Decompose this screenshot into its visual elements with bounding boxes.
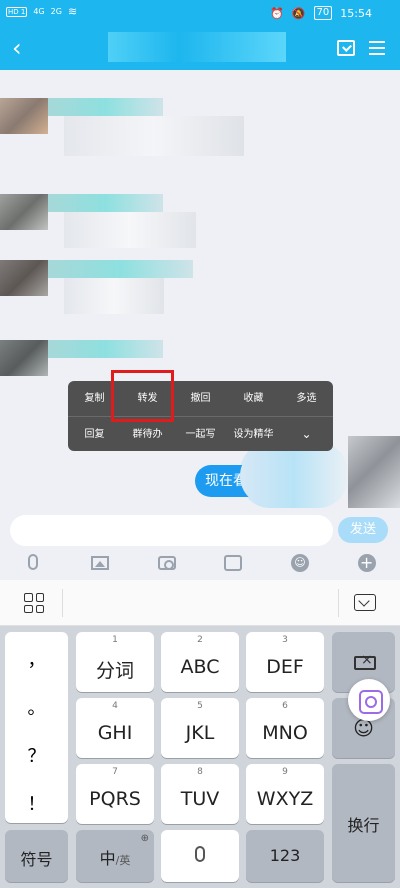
menu-multiselect[interactable]: 多选 (280, 381, 333, 416)
key-5[interactable]: 5 JKL (161, 698, 239, 758)
mute-icon: 🔕 (291, 6, 306, 20)
punctuation-column[interactable]: ， 。 ？ ！ (5, 632, 68, 823)
image-icon[interactable] (89, 552, 111, 574)
signal-4g: 4G (33, 7, 45, 16)
symbols-key[interactable]: 符号 (5, 830, 68, 882)
punct-comma[interactable]: ， (5, 646, 68, 672)
key-4[interactable]: 4 GHI (76, 698, 154, 758)
my-avatar-blurred (348, 436, 400, 508)
menu-co-write[interactable]: 一起写 (174, 417, 227, 452)
space-key[interactable] (161, 830, 239, 882)
toolbar-divider (338, 589, 339, 617)
signal-2g: 2G (50, 7, 62, 16)
sender-name-blurred (48, 98, 163, 116)
punct-period[interactable]: 。 (5, 694, 68, 720)
plus-icon[interactable]: + (356, 552, 378, 574)
menu-group-todo[interactable]: 群待办 (121, 417, 174, 452)
avatar-blurred (0, 98, 48, 134)
avatar-blurred (0, 260, 48, 296)
menu-set-essence[interactable]: 设为精华 (227, 417, 280, 452)
mic-icon[interactable] (22, 552, 44, 574)
redpacket-icon[interactable] (222, 552, 244, 574)
context-menu-row-1: 复制 转发 撤回 收藏 多选 (68, 381, 333, 416)
backspace-icon (354, 652, 376, 670)
chat-header: ‹ (0, 28, 400, 70)
message-bubble-blurred (64, 278, 164, 314)
floating-scan-button[interactable] (348, 679, 390, 721)
sender-name-blurred (48, 260, 193, 278)
punct-question[interactable]: ？ (5, 742, 68, 768)
keyboard: ， 。 ？ ！ 1 分词 2 ABC 3 DEF 4 GHI 5 JKL 6 M… (0, 626, 400, 888)
status-bar: HD 1 4G 2G ≋ ⏰ 🔕 70 15:54 (0, 0, 400, 28)
key-7[interactable]: 7 PQRS (76, 764, 154, 824)
message-bubble-blurred (64, 116, 244, 156)
key-3[interactable]: 3 DEF (246, 632, 324, 692)
send-button[interactable]: 发送 (338, 517, 388, 543)
hd-tag-1: HD 1 (6, 6, 28, 17)
message-context-menu: 复制 转发 撤回 收藏 多选 回复 群待办 一起写 设为精华 ⌄ (68, 381, 333, 451)
keyboard-toolbar (0, 580, 400, 626)
camera-icon[interactable] (156, 552, 178, 574)
chevron-down-icon[interactable]: ⌄ (280, 417, 333, 452)
key-9[interactable]: 9 WXYZ (246, 764, 324, 824)
my-message-blur-cover (240, 446, 348, 506)
numbers-key[interactable]: 123 (246, 830, 324, 882)
collapse-keyboard-icon[interactable] (354, 594, 376, 611)
mic-icon (195, 846, 205, 862)
language-key[interactable]: ⊕ 中/英 (76, 830, 154, 882)
enter-key[interactable]: 换行 (332, 764, 395, 882)
calendar-check-icon[interactable] (337, 40, 355, 56)
message-input[interactable] (10, 515, 333, 546)
toolbar-divider (62, 589, 63, 617)
sender-name-blurred (48, 340, 163, 358)
status-time: 15:54 (340, 6, 372, 20)
wifi-icon: ≋ (67, 5, 78, 18)
menu-reply[interactable]: 回复 (68, 417, 121, 452)
chat-area[interactable] (0, 70, 400, 580)
chat-title-blurred (108, 32, 286, 62)
punct-exclaim[interactable]: ！ (5, 790, 68, 816)
key-1[interactable]: 1 分词 (76, 632, 154, 692)
message-bubble-blurred (64, 212, 196, 248)
key-6[interactable]: 6 MNO (246, 698, 324, 758)
emoji-icon[interactable]: ☺ (289, 552, 311, 574)
key-2[interactable]: 2 ABC (161, 632, 239, 692)
chat-toolbar: ☺ + (0, 548, 400, 578)
globe-icon: ⊕ (140, 833, 149, 844)
menu-icon[interactable] (369, 41, 385, 55)
sender-name-blurred (48, 194, 163, 212)
menu-favorite[interactable]: 收藏 (227, 381, 280, 416)
avatar-blurred (0, 194, 48, 230)
context-menu-row-2: 回复 群待办 一起写 设为精华 ⌄ (68, 417, 333, 452)
battery-level: 70 (313, 6, 333, 20)
menu-recall[interactable]: 撤回 (174, 381, 227, 416)
apps-grid-icon[interactable] (24, 593, 44, 613)
forward-highlight-box (111, 370, 174, 422)
avatar-blurred (0, 340, 48, 376)
alarm-icon: ⏰ (270, 6, 284, 20)
back-arrow-icon[interactable]: ‹ (12, 34, 22, 62)
key-8[interactable]: 8 TUV (161, 764, 239, 824)
